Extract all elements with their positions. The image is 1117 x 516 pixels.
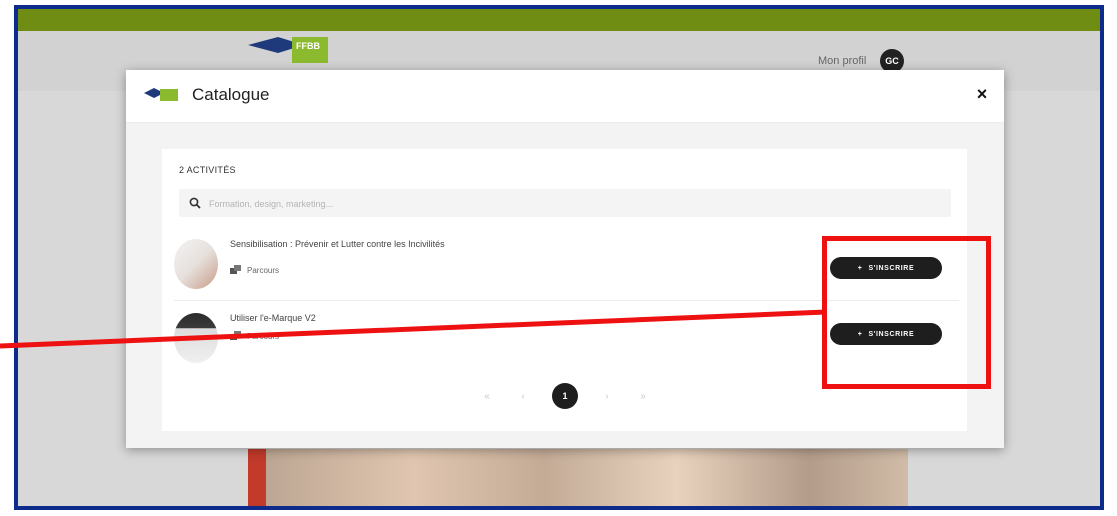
search-icon (189, 197, 201, 209)
activity-thumbnail (174, 313, 218, 363)
activity-count: 2 ACTIVITÉS (179, 165, 236, 175)
parcours-icon (230, 331, 241, 340)
list-item[interactable]: Utiliser l'e-Marque V2 Parcours + S'INSC… (174, 307, 959, 369)
search-bar (179, 189, 951, 217)
profile-link[interactable]: Mon profil (818, 55, 866, 67)
activity-title[interactable]: Sensibilisation : Prévenir et Lutter con… (230, 239, 445, 249)
catalogue-logo-icon (144, 88, 178, 101)
activity-card: 2 ACTIVITÉS Sensibilisation : Prévenir e… (162, 149, 967, 431)
prev-page-button[interactable]: ‹ (516, 391, 530, 402)
activity-type-label: Parcours (247, 331, 280, 341)
plus-icon: + (857, 330, 863, 338)
activity-type-label: Parcours (247, 265, 280, 275)
first-page-button[interactable]: « (480, 391, 494, 402)
activity-thumbnail (174, 239, 218, 289)
search-input[interactable] (207, 193, 931, 215)
pagination: « ‹ 1 › » (480, 383, 650, 409)
signup-button[interactable]: + S'INSCRIRE (830, 257, 942, 279)
modal-body: 2 ACTIVITÉS Sensibilisation : Prévenir e… (126, 123, 1004, 448)
modal-title: Catalogue (192, 85, 270, 104)
logo-text: FFBB (296, 41, 320, 51)
activity-type: Parcours (230, 331, 279, 341)
parcours-icon (230, 265, 241, 274)
catalogue-modal: Catalogue × 2 ACTIVITÉS Sensibilisation … (126, 70, 1004, 448)
photo-stripe (248, 449, 266, 506)
row-divider (174, 300, 959, 301)
list-item[interactable]: Sensibilisation : Prévenir et Lutter con… (174, 233, 959, 301)
current-page[interactable]: 1 (552, 383, 578, 409)
plus-icon: + (857, 264, 863, 272)
modal-header: Catalogue × (126, 70, 1004, 123)
ffbb-logo: FFBB (248, 37, 328, 63)
signup-button-label: S'INSCRIRE (868, 330, 915, 338)
last-page-button[interactable]: » (636, 391, 650, 402)
signup-button-label: S'INSCRIRE (868, 264, 915, 272)
activity-type: Parcours (230, 265, 279, 275)
background-photo (248, 449, 908, 506)
close-icon[interactable]: × (970, 82, 994, 106)
signup-button[interactable]: + S'INSCRIRE (830, 323, 942, 345)
top-bar (18, 9, 1100, 31)
next-page-button[interactable]: › (600, 391, 614, 402)
activity-title[interactable]: Utiliser l'e-Marque V2 (230, 313, 316, 323)
